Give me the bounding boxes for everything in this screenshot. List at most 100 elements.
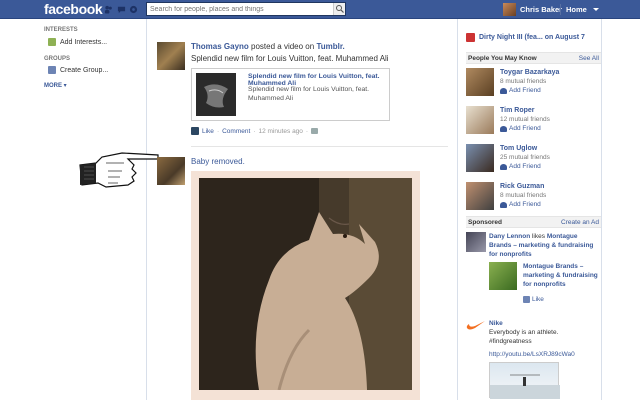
post-author-link[interactable]: Thomas Gayno: [191, 42, 249, 51]
search-box[interactable]: [146, 2, 346, 16]
create-group-link[interactable]: Create Group...: [48, 66, 108, 74]
add-friend-label: Add Friend: [509, 163, 541, 170]
top-bar: facebook Chris Baker Home: [0, 0, 640, 19]
topbar-divider: [560, 4, 561, 15]
create-ad-link[interactable]: Create an Ad: [561, 219, 599, 226]
ad-page-title[interactable]: Montague Brands – marketing & fundraisin…: [523, 262, 601, 289]
video-thumbnail[interactable]: [196, 73, 236, 116]
post-action-text: posted a video on: [251, 42, 315, 51]
add-friend-icon: [500, 125, 507, 132]
audience-friends-icon[interactable]: [311, 128, 319, 134]
tumblr-icon: [191, 127, 199, 135]
ad-brand-name: Nike: [489, 319, 601, 328]
post-message: Baby removed.: [191, 157, 245, 166]
add-friend-icon: [500, 87, 507, 94]
ad-body-text: Everybody is an athlete. #findgreatness: [489, 329, 559, 345]
pymk-name[interactable]: Toygar Bazarkaya: [500, 69, 559, 76]
nike-logo-icon[interactable]: [466, 319, 486, 331]
separator-dot: ·: [305, 127, 309, 135]
right-column-divider: [457, 19, 458, 400]
messages-icon[interactable]: [117, 5, 126, 14]
pymk-mutual-friends[interactable]: 8 mutual friends: [500, 78, 546, 85]
groups-heading: GROUPS: [44, 56, 71, 62]
video-thumbnail-art: [204, 84, 228, 108]
event-reminder[interactable]: Dirty Night III (fea... on August 7: [466, 33, 585, 42]
ad-like-label: Like: [532, 296, 544, 303]
add-interests-icon: [48, 38, 56, 46]
add-friend-label: Add Friend: [509, 87, 541, 94]
account-menu-caret-icon[interactable]: [593, 8, 599, 11]
add-friend-icon: [500, 163, 507, 170]
add-friend-label: Add Friend: [509, 125, 541, 132]
add-friend-label: Add Friend: [509, 201, 541, 208]
left-column-divider: [146, 19, 147, 400]
pymk-mutual-friends[interactable]: 12 mutual friends: [500, 116, 550, 123]
search-button[interactable]: [333, 3, 345, 15]
create-group-icon: [48, 66, 56, 74]
post-actions: Like · Comment · 12 minutes ago ·: [191, 127, 319, 135]
search-input[interactable]: [147, 3, 331, 15]
facebook-logo[interactable]: facebook: [44, 1, 103, 17]
search-icon: [336, 5, 344, 13]
pymk-mutual-friends[interactable]: 8 mutual friends: [500, 192, 546, 199]
event-reminder-text: Dirty Night III (fea... on August 7: [479, 34, 585, 41]
ad-video-link[interactable]: http://youtu.be/LsXRJ89cWa0: [489, 350, 601, 359]
interests-heading: INTERESTS: [44, 27, 78, 33]
separator-dot: ·: [253, 127, 256, 135]
pymk-name[interactable]: Tim Roper: [500, 107, 535, 114]
post-author-avatar[interactable]: [157, 157, 185, 185]
more-link[interactable]: MORE ▾: [44, 82, 67, 89]
pymk-name[interactable]: Tom Uglow: [500, 145, 537, 152]
page-right-border: [601, 19, 602, 400]
add-friend-button[interactable]: Add Friend: [500, 125, 541, 132]
pymk-name[interactable]: Rick Guzman: [500, 183, 544, 190]
user-avatar[interactable]: [503, 3, 516, 16]
ad-social-context: Dany Lennon likes Montague Brands – mark…: [489, 232, 601, 259]
shared-video-description: Splendid new film for Louis Vuitton, fea…: [248, 86, 370, 102]
friend-requests-icon[interactable]: [104, 5, 113, 14]
see-all-link[interactable]: See All: [579, 55, 599, 62]
people-you-may-know-header: People You May Know See All: [466, 52, 601, 64]
add-interests-link[interactable]: Add Interests...: [48, 38, 107, 46]
like-link[interactable]: Like: [202, 128, 214, 135]
post-separator: [191, 146, 448, 147]
ad-video-thumbnail-art: [490, 374, 560, 399]
post-header: Thomas Gayno posted a video on Tumblr.: [191, 42, 345, 51]
post-author-avatar[interactable]: [157, 42, 185, 70]
ad-actor-avatar[interactable]: [466, 232, 486, 252]
pymk-item: Tim Roper 12 mutual friends Add Friend: [466, 106, 601, 138]
post-source-link[interactable]: Tumblr.: [316, 42, 344, 51]
pymk-title: People You May Know: [468, 55, 537, 62]
notifications-icon[interactable]: [129, 5, 138, 14]
add-friend-button[interactable]: Add Friend: [500, 163, 541, 170]
add-friend-button[interactable]: Add Friend: [500, 201, 541, 208]
calendar-icon: [466, 33, 475, 42]
pymk-avatar[interactable]: [466, 106, 494, 134]
pymk-mutual-friends[interactable]: 25 mutual friends: [500, 154, 550, 161]
shared-video-card[interactable]: Splendid new film for Louis Vuitton, fea…: [191, 68, 390, 121]
ad-brand-link[interactable]: Nike: [489, 320, 503, 327]
ad-like-button[interactable]: Like: [523, 295, 544, 304]
user-name-link[interactable]: Chris Baker: [520, 5, 562, 14]
comment-link[interactable]: Comment: [222, 128, 250, 135]
ad-video-thumbnail[interactable]: [489, 362, 560, 399]
ad-page-image[interactable]: [489, 262, 517, 290]
home-link[interactable]: Home: [566, 5, 587, 14]
add-interests-label: Add Interests...: [60, 38, 108, 46]
ad-actor-name[interactable]: Dany Lennon: [489, 233, 530, 240]
sponsored-header: Sponsored Create an Ad: [466, 216, 601, 228]
pymk-item: Toygar Bazarkaya 8 mutual friends Add Fr…: [466, 68, 601, 100]
pymk-avatar[interactable]: [466, 182, 494, 210]
thumbs-up-icon: [523, 296, 530, 303]
pymk-avatar[interactable]: [466, 144, 494, 172]
post-timestamp[interactable]: 12 minutes ago: [258, 128, 302, 135]
separator-dot: ·: [216, 127, 220, 135]
cat-photo[interactable]: [199, 178, 412, 390]
create-group-label: Create Group...: [60, 66, 109, 74]
pymk-item: Tom Uglow 25 mutual friends Add Friend: [466, 144, 601, 176]
add-friend-icon: [500, 201, 507, 208]
post-message: Splendid new film for Louis Vuitton, fea…: [191, 54, 389, 63]
pymk-avatar[interactable]: [466, 68, 494, 96]
cat-photo-art: [199, 178, 412, 390]
add-friend-button[interactable]: Add Friend: [500, 87, 541, 94]
